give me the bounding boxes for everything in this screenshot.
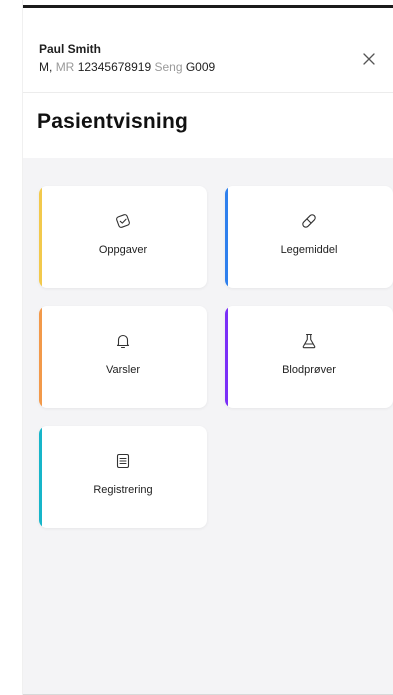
patient-bed-label: Seng (154, 60, 183, 74)
app-frame: Paul Smith M, MR 12345678919 Seng G009 P… (22, 0, 393, 695)
patient-mr-label: MR (55, 60, 75, 74)
close-icon (363, 53, 375, 65)
tile-grid: Oppgaver Legemiddel Varsler Blodprøver R… (23, 158, 393, 695)
tile-label: Registrering (93, 484, 153, 496)
tile-blodprover[interactable]: Blodprøver (225, 306, 393, 408)
tile-accent (39, 426, 42, 528)
page-title: Pasientvisning (37, 110, 189, 133)
flask-icon (302, 333, 316, 349)
bell-icon (116, 334, 130, 349)
patient-bed-number: G009 (185, 60, 216, 74)
tile-accent (39, 186, 42, 288)
tile-label: Blodprøver (282, 364, 336, 376)
patient-mr-number: 12345678919 (77, 60, 152, 74)
tile-varsler[interactable]: Varsler (39, 306, 207, 408)
tile-registrering[interactable]: Registrering (39, 426, 207, 528)
close-button[interactable] (358, 48, 380, 70)
document-icon (116, 453, 130, 469)
tile-accent (39, 306, 42, 408)
tile-oppgaver[interactable]: Oppgaver (39, 186, 207, 288)
top-divider (23, 5, 393, 8)
task-icon (116, 214, 130, 228)
patient-meta: M, MR 12345678919 Seng G009 (39, 60, 215, 74)
patient-name: Paul Smith (39, 42, 102, 56)
tile-legemiddel[interactable]: Legemiddel (225, 186, 393, 288)
tile-label: Varsler (105, 364, 141, 376)
pill-icon (302, 214, 316, 228)
tile-label: Legemiddel (280, 244, 338, 256)
patient-header: Paul Smith M, MR 12345678919 Seng G009 (23, 30, 393, 93)
tile-label: Oppgaver (98, 244, 148, 256)
tile-accent (225, 186, 228, 288)
patient-gender: M, (39, 60, 53, 74)
tile-accent (225, 306, 228, 408)
